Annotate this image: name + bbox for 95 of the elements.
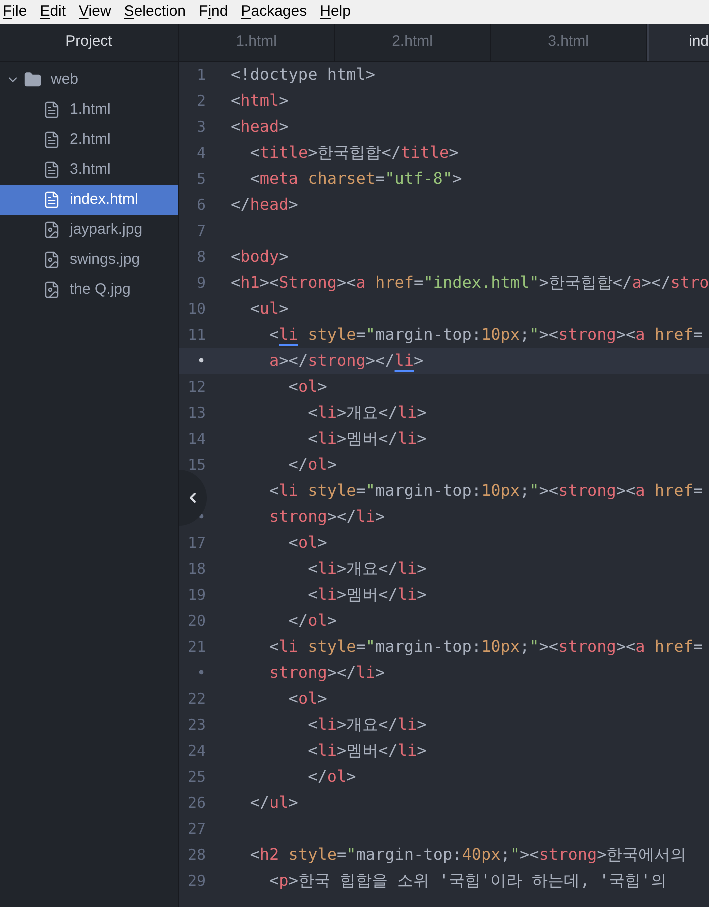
code-line: <li style="margin-top:10px;"><strong><a href=	[268, 324, 704, 346]
tree-item[interactable]: the Q.jpg	[0, 275, 178, 305]
tree-item[interactable]: jaypark.jpg	[0, 215, 178, 245]
code-line: <title>한국힙합</title>	[249, 142, 459, 164]
code-line: </ol>	[288, 610, 337, 632]
line-number: 21	[188, 638, 206, 656]
code-line: <li style="margin-top:10px;"><strong><a href=	[268, 636, 704, 658]
menu-item[interactable]: Selection	[124, 0, 186, 24]
line-number: 18	[188, 560, 206, 578]
line-number: 20	[188, 612, 206, 630]
code-line: <ol>	[288, 532, 328, 554]
tree-item[interactable]: index.html	[0, 185, 178, 215]
code-line: <ul>	[249, 298, 289, 320]
image-file-icon	[43, 221, 61, 239]
code-line: <body>	[231, 246, 289, 268]
sidebar-title[interactable]: Project	[0, 24, 178, 62]
code-line: <!doctype html>	[231, 64, 376, 86]
line-number: 9	[196, 274, 206, 292]
menu-item[interactable]: File	[3, 0, 28, 24]
line-number: •	[196, 352, 206, 370]
code-line: <h1><Strong><a href="index.html">한국힙합</a></stro	[231, 272, 709, 294]
tree-item[interactable]: 1.html	[0, 95, 178, 125]
tree-item-label: index.html	[70, 190, 138, 210]
line-number: 7	[196, 222, 206, 240]
code-line: <li>멤버</li>	[307, 740, 427, 762]
editor-tab[interactable]: 1.html	[179, 24, 335, 61]
file-icon	[43, 191, 61, 209]
line-number: 17	[188, 534, 206, 552]
code-line: </ol>	[307, 766, 356, 788]
line-number: 11	[188, 326, 206, 344]
tree-item-label: swings.jpg	[70, 250, 140, 270]
code-line: <p>한국 힙합을 소위 '국힙'이라 하는데, '국힙'의	[268, 870, 667, 892]
line-number: 19	[188, 586, 206, 604]
menu-item[interactable]: Packages	[241, 0, 308, 24]
line-number: 22	[188, 690, 206, 708]
tree-item-label: 3.html	[70, 160, 111, 180]
tree-item[interactable]: web	[0, 65, 178, 95]
line-number: 1	[196, 66, 206, 84]
line-number: 6	[196, 196, 206, 214]
code-line: <li>개요</li>	[307, 714, 427, 736]
tree-item[interactable]: 3.html	[0, 155, 178, 185]
line-number: 28	[188, 846, 206, 864]
line-number: 13	[188, 404, 206, 422]
line-number: 14	[188, 430, 206, 448]
file-icon	[43, 101, 61, 119]
line-number: 27	[188, 820, 206, 838]
line-number: •	[196, 664, 206, 682]
line-number: 2	[196, 92, 206, 110]
code-line: <li>개요</li>	[307, 402, 427, 424]
image-file-icon	[43, 251, 61, 269]
code-line: <ol>	[288, 688, 328, 710]
line-number: 10	[188, 300, 206, 318]
line-number: 29	[188, 872, 206, 890]
code-line: <li>멤버</li>	[307, 584, 427, 606]
folder-icon	[24, 71, 42, 89]
code-line: <head>	[231, 116, 289, 138]
tree-item-label: web	[51, 70, 79, 90]
code-line: <meta charset="utf-8">	[249, 168, 462, 190]
menu-item[interactable]: Edit	[40, 0, 66, 24]
file-icon	[43, 161, 61, 179]
line-number: 15	[188, 456, 206, 474]
tree-item[interactable]: swings.jpg	[0, 245, 178, 275]
line-number: 8	[196, 248, 206, 266]
line-number: 12	[188, 378, 206, 396]
line-number: 25	[188, 768, 206, 786]
line-number: 3	[196, 118, 206, 136]
code-line: strong></li>	[268, 506, 386, 528]
tree-item-label: 1.html	[70, 100, 111, 120]
editor-tab[interactable]: ind	[647, 24, 709, 61]
line-number: 23	[188, 716, 206, 734]
tree-item[interactable]: 2.html	[0, 125, 178, 155]
code-line: <html>	[231, 90, 289, 112]
code-line: <ol>	[288, 376, 328, 398]
tree-item-label: 2.html	[70, 130, 111, 150]
editor-tab[interactable]: 2.html	[335, 24, 491, 61]
file-icon	[43, 131, 61, 149]
code-line: </ol>	[288, 454, 337, 476]
code-line: </ul>	[249, 792, 298, 814]
code-line: <li>개요</li>	[307, 558, 427, 580]
line-number: 4	[196, 144, 206, 162]
line-number: 5	[196, 170, 206, 188]
code-line: a></strong></li>	[268, 350, 424, 372]
code-line: <h2 style="margin-top:40px;"><strong>한국에서의	[249, 844, 687, 866]
menu-item[interactable]: View	[79, 0, 112, 24]
code-line: <li style="margin-top:10px;"><strong><a href=	[268, 480, 704, 502]
tree-item-label: the Q.jpg	[70, 280, 131, 300]
code-line: <li>멤버</li>	[307, 428, 427, 450]
tree-item-label: jaypark.jpg	[70, 220, 143, 240]
menu-item[interactable]: Find	[199, 0, 228, 24]
line-number: 26	[188, 794, 206, 812]
line-number: 24	[188, 742, 206, 760]
menu-item[interactable]: Help	[320, 0, 351, 24]
image-file-icon	[43, 281, 61, 299]
code-line: strong></li>	[268, 662, 386, 684]
code-line: </head>	[231, 194, 298, 216]
